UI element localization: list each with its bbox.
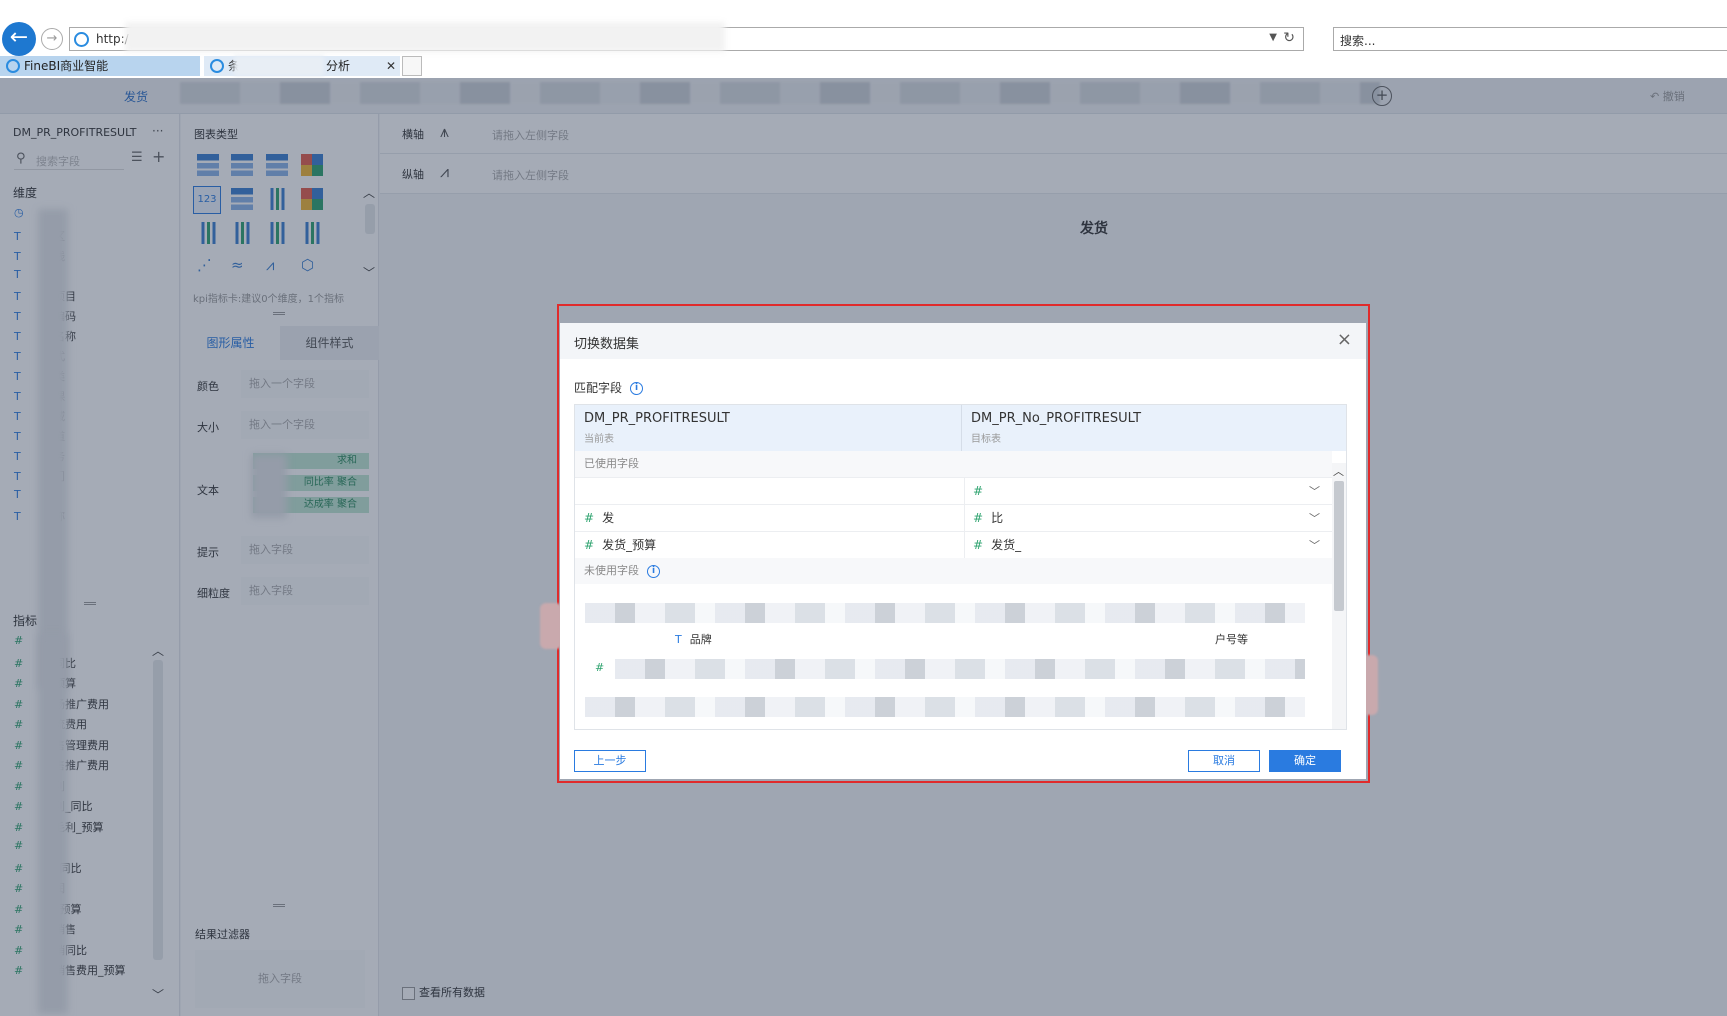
unused-fields-list: T 品牌 户号等 # [575,585,1332,729]
search-placeholder: 搜索... [1340,34,1376,48]
close-icon[interactable]: ✕ [386,56,396,76]
browser-search-input[interactable]: 搜索... [1333,27,1727,51]
number-icon: # [595,661,605,674]
scrollbar-thumb[interactable] [1334,481,1344,611]
confirm-button[interactable]: 确定 [1269,750,1341,772]
browser-chrome: ← → http:/ ▼ ↻ 搜索... FineBI商业智能 条 分析 ✕ [0,0,1727,78]
blurred-fields [585,603,1305,623]
match-fields-text: 匹配字段 [574,381,623,395]
ie-logo-icon [6,59,20,73]
switch-dataset-dialog: 切换数据集 × 匹配字段 i DM_PR_PROFITRESULT 当前表 DM_… [560,323,1366,779]
target-field-select[interactable]: # ﹀ [964,478,1320,505]
refresh-icon[interactable]: ↻ [1283,30,1295,46]
match-fields-label: 匹配字段 i [574,379,644,396]
target-table-name: DM_PR_No_PROFITRESULT [971,411,1142,426]
unused-field-name: 品牌 [689,633,712,646]
new-tab-button[interactable] [402,56,422,76]
used-fields-section: 已使用字段 [575,451,1332,477]
unused-field[interactable]: 户号等 [1215,631,1248,647]
unused-field-name: 户号等 [1215,633,1248,646]
address-bar[interactable]: http:/ ▼ ↻ [69,22,1304,52]
target-field-name: 比 [991,511,1004,525]
scrollbar[interactable]: ︿ [1332,463,1346,729]
number-icon: # [973,538,984,552]
dropdown-arrow-icon[interactable]: ▼ [1269,32,1277,43]
tab-finebi[interactable]: FineBI商业智能 [0,56,200,76]
table-row: # ﹀ [575,477,1332,505]
current-field-name: 发货_预算 [602,538,657,552]
blurred-fields [615,659,1305,679]
number-icon: # [584,511,595,525]
table-header: DM_PR_PROFITRESULT 当前表 DM_PR_No_PROFITRE… [575,405,1346,451]
current-table-sub: 当前表 [584,434,614,445]
previous-step-button[interactable]: 上一步 [574,750,646,772]
target-table-header: DM_PR_No_PROFITRESULT 目标表 [961,405,1347,451]
current-field: # 发货_预算 [584,532,954,559]
table-row: # 发货_预算 # 发货_ ﹀ [575,531,1332,559]
blurred-fields [585,697,1305,717]
target-field-name: 发货_ [991,538,1022,552]
current-table-name: DM_PR_PROFITRESULT [584,411,730,426]
tab-analysis[interactable]: 条 分析 ✕ [204,56,400,76]
scroll-up-icon[interactable]: ︿ [1333,463,1344,479]
chevron-down-icon[interactable]: ﹀ [1309,478,1320,505]
unused-fields-label: 未使用字段 [584,564,639,577]
ie-logo-icon [210,59,224,73]
target-field-select[interactable]: # 比 ﹀ [964,505,1320,532]
current-field [584,478,954,505]
current-table-header: DM_PR_PROFITRESULT 当前表 [575,405,961,451]
table-row: # 发 # 比 ﹀ [575,504,1332,532]
chevron-down-icon[interactable]: ﹀ [1309,505,1320,532]
address-blur [125,22,725,52]
current-field: # 发 [584,505,954,532]
address-text: http:/ [96,32,129,46]
field-mapping-table: DM_PR_PROFITRESULT 当前表 DM_PR_No_PROFITRE… [574,404,1347,730]
dialog-title: 切换数据集 [574,337,640,352]
close-icon[interactable]: × [1337,329,1352,350]
current-field-name: 发 [602,511,615,525]
number-icon: # [584,538,595,552]
info-icon[interactable]: i [630,382,644,395]
unused-field[interactable]: T 品牌 [675,631,712,647]
number-icon: # [973,484,984,498]
target-table-sub: 目标表 [971,434,1001,445]
tab-label: FineBI商业智能 [24,59,109,73]
back-arrow-icon[interactable]: ← [2,22,36,56]
info-icon[interactable]: i [647,564,660,578]
blurred-overlay [540,603,562,649]
number-icon: # [973,511,984,525]
tab-label-right: 分析 [326,59,351,73]
dialog-header: 切换数据集 × [560,323,1366,359]
target-field-select[interactable]: # 发货_ ﹀ [964,532,1320,559]
cancel-button[interactable]: 取消 [1188,750,1260,772]
chevron-down-icon[interactable]: ﹀ [1309,532,1320,559]
tab-blur [234,56,324,76]
text-type-icon: T [675,633,682,646]
ie-logo-icon [74,32,89,47]
unused-fields-section: 未使用字段 i [575,558,1332,584]
forward-arrow-icon[interactable]: → [41,28,63,50]
